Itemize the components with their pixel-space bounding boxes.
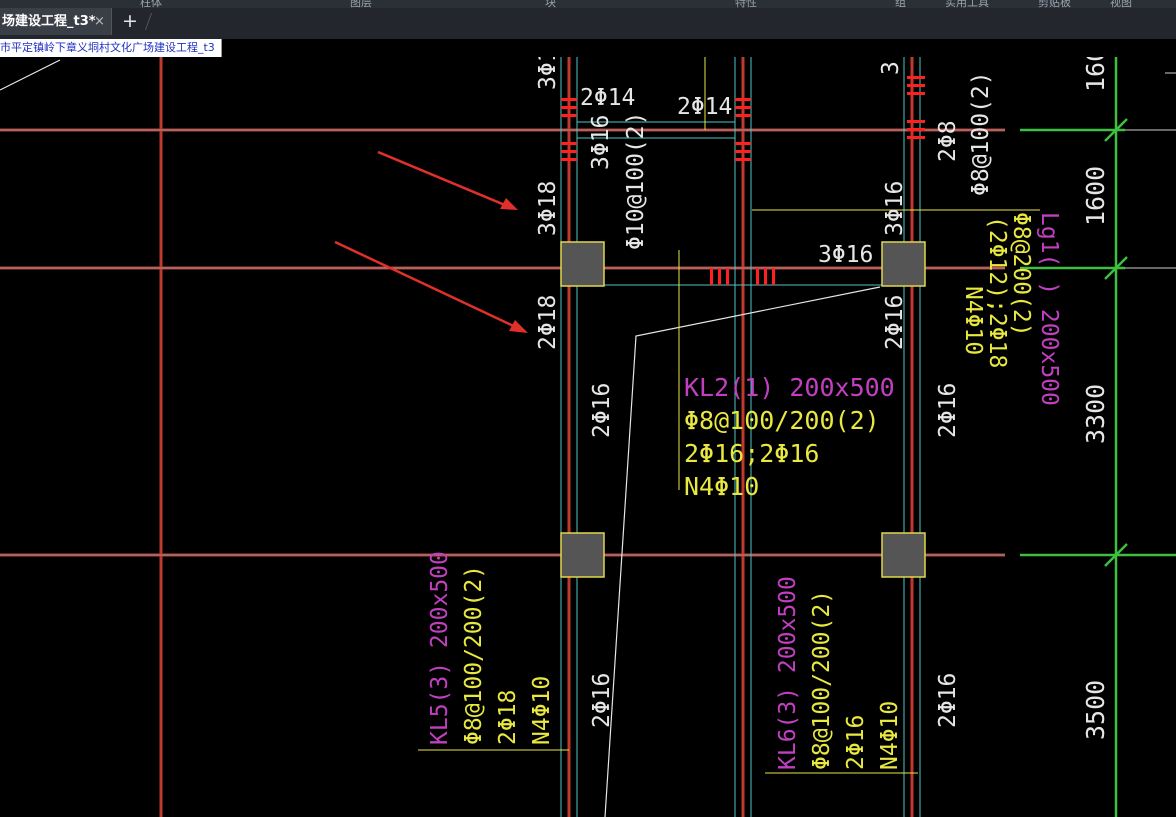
col-right-top-cut: 3	[878, 61, 904, 75]
kl5-stirrup: Φ8@100/200(2)	[461, 565, 487, 745]
col-right-2Φ8: 2Φ8	[935, 120, 961, 162]
kl6-bars: 2Φ16	[843, 715, 869, 770]
document-tab-bar: 场建设工程_t3* × +	[0, 8, 1176, 35]
beam-top-right: 2Φ14	[677, 94, 732, 120]
kl2-title: KL2(1) 200x500	[684, 373, 895, 402]
column-4	[881, 532, 926, 578]
tab-title: 场建设工程_t3*	[2, 14, 96, 29]
lg1-bars: (2Φ12);2Φ18	[984, 216, 1010, 368]
dim-top-cut: 160	[1081, 57, 1110, 92]
column-2	[881, 241, 926, 287]
kl2-bars: 2Φ16;2Φ16	[684, 439, 819, 468]
stirrup-vertical: Φ10@100(2)	[623, 112, 649, 250]
col-right-3Φ16: 3Φ16	[882, 181, 908, 236]
lg1-stirrup: Φ8@200(2)	[1008, 212, 1034, 337]
col-left-mid-bottom: 2Φ18	[535, 295, 561, 350]
col-left-bottom: 2Φ16	[589, 673, 615, 728]
file-path-label: 市平定镇岭下章义垌村文化广场建设工程_t3	[0, 39, 222, 57]
dim-3300: 3300	[1081, 384, 1110, 444]
col-right-2Φ16: 2Φ16	[882, 295, 908, 350]
kl6-title: KL6(3) 200x500	[775, 576, 801, 770]
kl5-title: KL5(3) 200x500	[427, 551, 453, 745]
col-left-top-cut: 3Φ1	[535, 57, 561, 90]
col-right-lower: 2Φ16	[935, 383, 961, 438]
new-tab-plus-icon[interactable]: +	[120, 8, 140, 35]
col-right-stirrup: Φ8@100(2)	[968, 71, 994, 196]
lg1-waist: N4Φ10	[960, 286, 986, 355]
col-right-bottom: 2Φ16	[935, 673, 961, 728]
beam-mid-3Φ16: 3Φ16	[818, 242, 873, 268]
kl5-bars: 2Φ18	[495, 690, 521, 745]
lg1-title: Lg1( ) 200x500	[1036, 212, 1062, 406]
col-left-lower: 2Φ16	[589, 383, 615, 438]
kl6-stirrup: Φ8@100/200(2)	[809, 590, 835, 770]
col-left-mid-top: 3Φ18	[535, 181, 561, 236]
tab-separator	[144, 13, 153, 30]
kl2-stirrup: Φ8@100/200(2)	[684, 406, 880, 435]
beam-top-left: 2Φ14	[580, 85, 635, 111]
kl6-waist: N4Φ10	[877, 701, 903, 770]
dim-1600: 1600	[1081, 166, 1110, 226]
kl2-waist: N4Φ10	[684, 472, 759, 501]
beam-3Φ16-vertical: 3Φ16	[588, 115, 614, 170]
drawing-canvas[interactable]: 3Φ1 3Φ18 2Φ18 2Φ16 2Φ16 2Φ14 2Φ14 3Φ16 Φ…	[0, 57, 1176, 817]
dim-3500: 3500	[1081, 680, 1110, 740]
column-1	[560, 241, 605, 287]
tab-active-drawing[interactable]: 场建设工程_t3* ×	[0, 8, 112, 35]
cad-drawing[interactable]: 3Φ1 3Φ18 2Φ18 2Φ16 2Φ16 2Φ14 2Φ14 3Φ16 Φ…	[0, 57, 1176, 817]
kl5-waist: N4Φ10	[529, 676, 555, 745]
column-3	[560, 532, 605, 578]
close-icon[interactable]: ×	[94, 8, 105, 35]
